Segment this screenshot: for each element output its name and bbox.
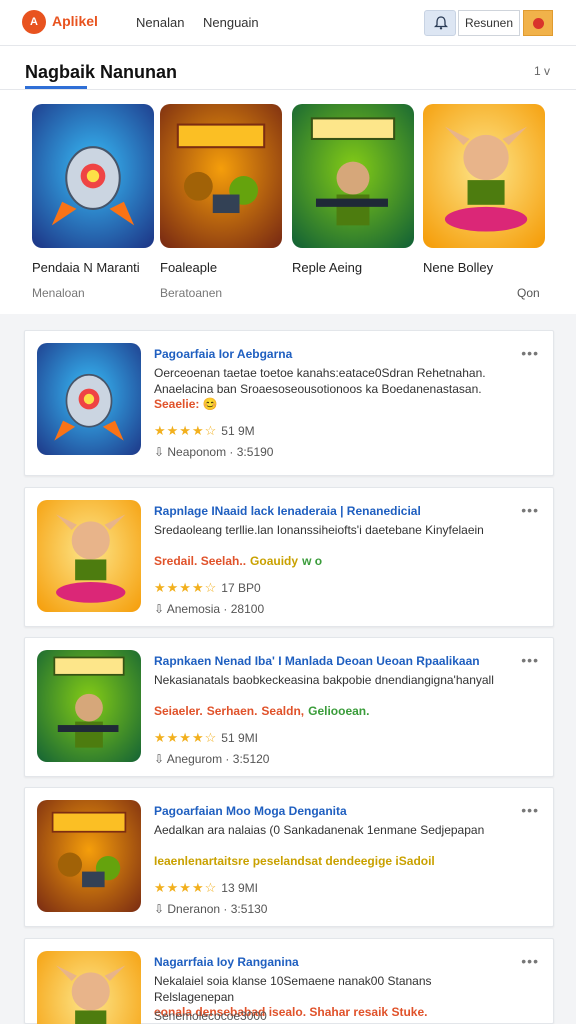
featured-app-3-image[interactable] xyxy=(292,104,414,248)
star-rating-icon: ★★★★☆ xyxy=(154,423,218,438)
app-card-rating-value: 17 BP0 xyxy=(221,581,261,595)
app-card-meta-text: Neaponom · 3:5190 xyxy=(167,445,274,459)
app-card-tag: Ieaenlenartaitsre peselandsat dendeegige… xyxy=(154,854,435,868)
app-card-meta-text: Anegurom · 3:5120 xyxy=(166,752,270,766)
top-bar: A Aplikel Nenalan Nenguain Resunen xyxy=(0,0,576,46)
app-card-description: Sredaoleang terllie.lan Ionanssiheiofts'… xyxy=(154,523,484,537)
nav-link-1[interactable]: Nenalan xyxy=(136,15,184,30)
app-card-meta: ⇩ Anemosia · 28100 xyxy=(154,602,264,616)
app-card[interactable]: Pagoarfaian Moo Moga Denganita Aedalkan a… xyxy=(24,787,554,927)
section-sub-right[interactable]: Qon xyxy=(517,286,540,300)
section-divider xyxy=(0,89,576,90)
featured-app-1-label[interactable]: Pendaia N Maranti xyxy=(32,260,140,275)
download-icon: ⇩ xyxy=(154,752,167,766)
app-card-tag: Sredail. Seelah.. xyxy=(154,554,247,568)
app-card-tag: Seiaeler. xyxy=(154,704,203,718)
app-card-meta-text: Senemolecocoe3000 xyxy=(154,1009,267,1023)
app-card-meta: ⇩ Neaponom · 3:5190 xyxy=(154,445,273,459)
app-card-tag: w o xyxy=(302,554,323,568)
more-options-icon[interactable]: ••• xyxy=(521,502,539,518)
app-card-rating-value: 51 9M xyxy=(221,424,255,438)
section-title-underline xyxy=(25,86,87,89)
brand-name[interactable]: Aplikel xyxy=(52,13,98,29)
featured-app-1-image[interactable] xyxy=(32,104,154,248)
app-logo[interactable]: A xyxy=(22,10,46,34)
app-card-meta-text: Anemosia · 28100 xyxy=(166,602,265,616)
app-card-rating: ★★★★☆ 13 9MI xyxy=(154,880,258,896)
app-card-description: Oerceoenan taetae toetoe kanahs:eatace0S… xyxy=(154,366,486,396)
app-card-meta: Senemolecocoe3000 xyxy=(154,1009,267,1023)
language-flag-icon[interactable] xyxy=(523,10,553,36)
app-card-tag: Serhaen. xyxy=(206,704,258,718)
featured-app-2-image[interactable] xyxy=(160,104,282,248)
app-card-tags: Ieaenlenartaitsre peselandsat dendeegige… xyxy=(154,854,439,868)
app-card-title[interactable]: Pagoarfaia Ior Aebgarna xyxy=(154,347,292,361)
notification-button[interactable] xyxy=(424,10,456,36)
download-icon: ⇩ xyxy=(154,602,167,616)
login-button[interactable]: Resunen xyxy=(458,10,520,36)
app-card-icon[interactable] xyxy=(37,951,141,1024)
app-card[interactable]: Rapnlage INaaid lack Ienaderaia | Renane… xyxy=(24,487,554,627)
app-card-icon[interactable] xyxy=(37,500,141,612)
star-rating-icon: ★★★★☆ xyxy=(154,580,218,595)
featured-app-4-label[interactable]: Nene Bolley xyxy=(423,260,493,275)
more-options-icon[interactable]: ••• xyxy=(521,953,539,969)
app-card-meta-text: Dneranon · 3:5130 xyxy=(167,902,268,916)
app-card-title[interactable]: Rapnkaen Nenad Iba' I Manlada Deoan Ueoa… xyxy=(154,654,480,668)
download-icon: ⇩ xyxy=(154,445,168,459)
app-card-tags: Seaelie: 😊 xyxy=(154,397,222,411)
app-card-tags: Seiaeler. Serhaen. Sealdn, Geliooean. xyxy=(154,704,373,718)
section-sub-left[interactable]: Menaloan xyxy=(32,286,85,300)
app-card-title[interactable]: Nagarrfaia Ioy Ranganina xyxy=(154,955,299,969)
app-card-icon[interactable] xyxy=(37,800,141,912)
app-card-description: Nekasianatals baobkeckeasina bakpobie dn… xyxy=(154,673,494,687)
featured-app-2-label[interactable]: Foaleaple xyxy=(160,260,217,275)
app-card-rating-value: 51 9MI xyxy=(221,731,258,745)
nav-link-2[interactable]: Nenguain xyxy=(203,15,259,30)
download-icon: ⇩ xyxy=(154,902,168,916)
app-card-tag: Seaelie: 😊 xyxy=(154,397,218,411)
featured-app-4-image[interactable] xyxy=(423,104,545,248)
app-card[interactable]: Pagoarfaia Ior Aebgarna Oerceoenan taetae… xyxy=(24,330,554,476)
star-rating-icon: ★★★★☆ xyxy=(154,880,218,895)
app-card-tag: Geliooean. xyxy=(308,704,370,718)
app-card-meta: ⇩ Anegurom · 3:5120 xyxy=(154,752,269,766)
star-rating-icon: ★★★★☆ xyxy=(154,730,218,745)
more-options-icon[interactable]: ••• xyxy=(521,345,539,361)
app-card-description: Nekalaiel soia klanse 10Semaene nanak00 … xyxy=(154,974,432,1004)
app-card-tags: Sredail. Seelah.. Goauidy w o xyxy=(154,554,326,568)
app-card-rating: ★★★★☆ 17 BP0 xyxy=(154,580,261,596)
app-card-icon[interactable] xyxy=(37,650,141,762)
featured-app-3-label[interactable]: Reple Aeing xyxy=(292,260,362,275)
section-sub-mid[interactable]: Beratoanen xyxy=(160,286,222,300)
app-card[interactable]: Nagarrfaia Ioy Ranganina Nekalaiel soia k… xyxy=(24,938,554,1024)
app-card-tag: Sealdn, xyxy=(261,704,305,718)
app-card-rating: ★★★★☆ 51 9M xyxy=(154,423,255,439)
section-more-dropdown[interactable]: 1 v xyxy=(534,64,550,78)
app-card-description: Aedalkan ara nalaias (0 Sankadanenak 1en… xyxy=(154,823,485,837)
app-card-title[interactable]: Pagoarfaian Moo Moga Denganita xyxy=(154,804,347,818)
section-title: Nagbaik Nanunan xyxy=(25,62,178,82)
app-card-rating-value: 13 9MI xyxy=(221,881,258,895)
more-options-icon[interactable]: ••• xyxy=(521,652,539,668)
bell-icon xyxy=(434,16,448,30)
app-card-icon[interactable] xyxy=(37,343,141,455)
app-card-title[interactable]: Rapnlage INaaid lack Ienaderaia | Renane… xyxy=(154,504,421,518)
app-card[interactable]: Rapnkaen Nenad Iba' I Manlada Deoan Ueoa… xyxy=(24,637,554,777)
more-options-icon[interactable]: ••• xyxy=(521,802,539,818)
app-card-rating: ★★★★☆ 51 9MI xyxy=(154,730,258,746)
app-card-tag: Goauidy xyxy=(250,554,299,568)
featured-section: Nagbaik Nanunan 1 v Pendaia N Maranti Fo… xyxy=(0,46,576,314)
app-card-meta: ⇩ Dneranon · 3:5130 xyxy=(154,902,267,916)
